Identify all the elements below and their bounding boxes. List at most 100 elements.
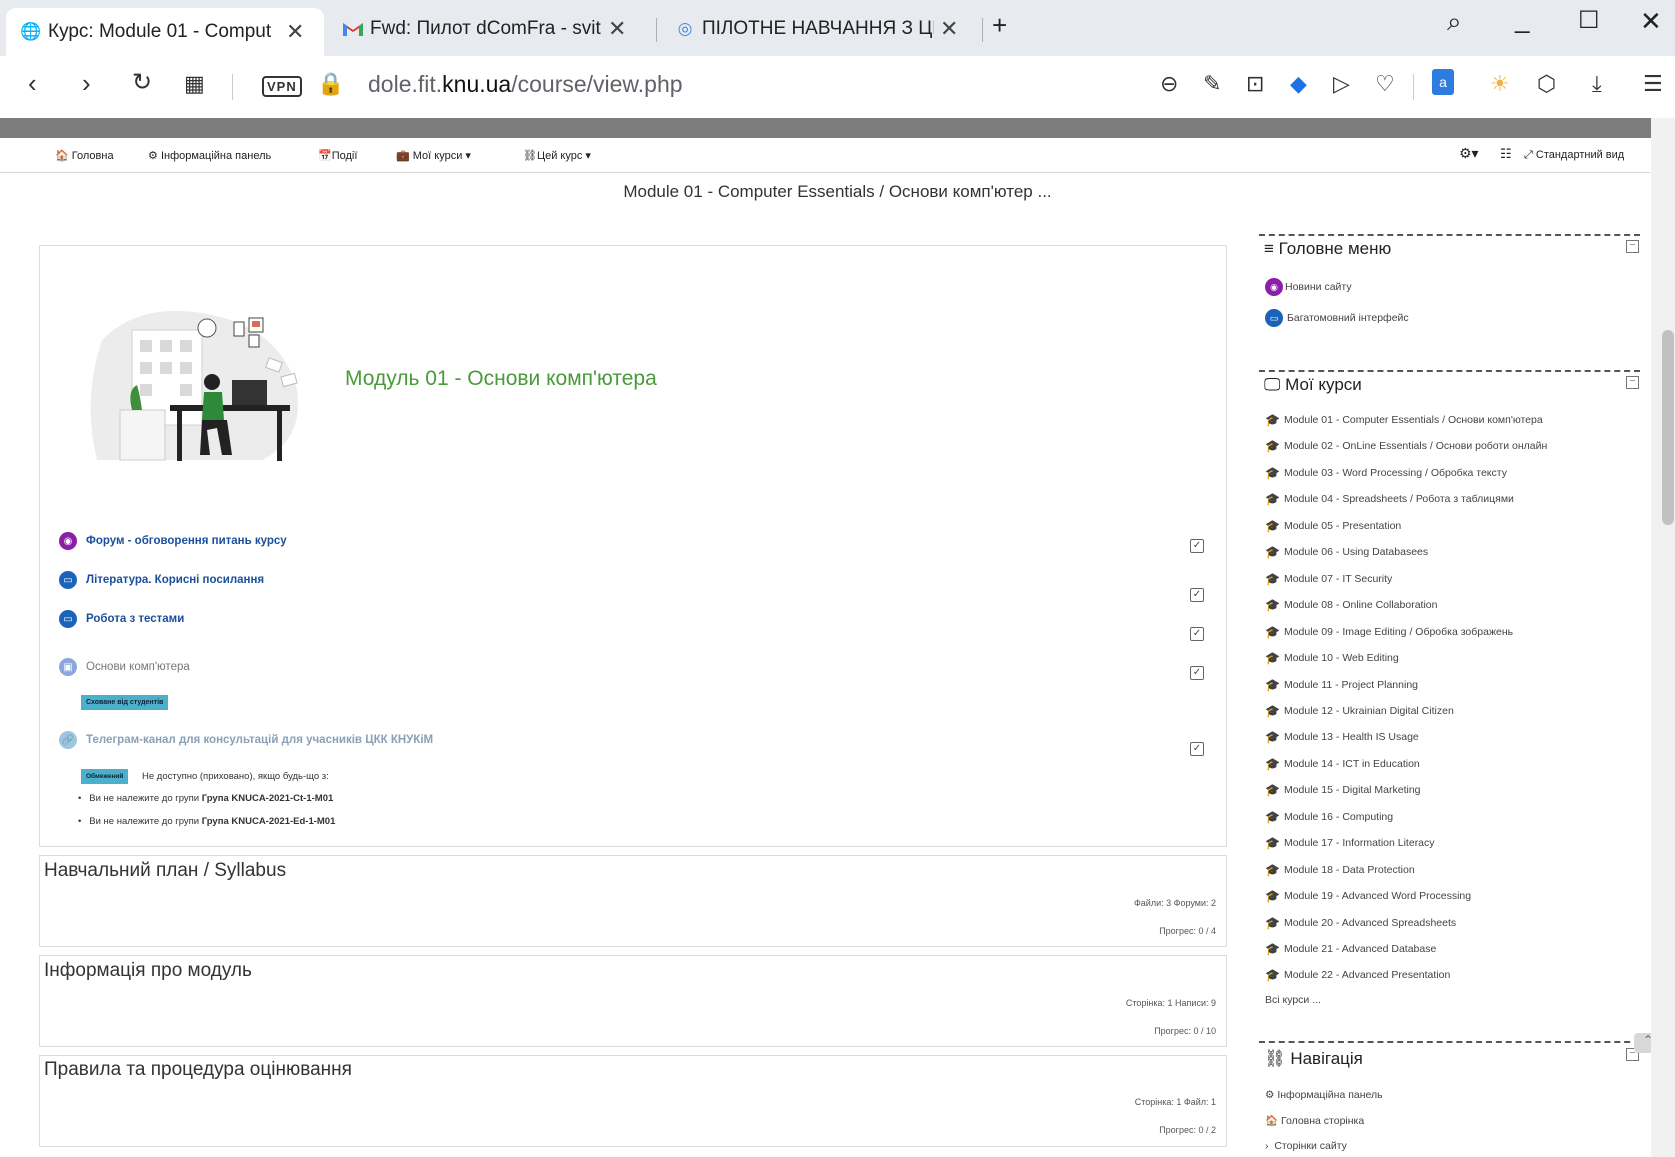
course-link[interactable]: 🎓 Module 21 - Advanced Database	[1265, 942, 1436, 956]
nav-my-courses[interactable]: 💼 Мої курси ▾	[396, 149, 471, 162]
edit-icon[interactable]: ✎	[1203, 71, 1221, 97]
course-link[interactable]: 🎓 Module 05 - Presentation	[1265, 519, 1401, 533]
nav-home[interactable]: 🏠 Головна	[55, 149, 114, 162]
course-link-label: Module 03 - Word Processing / Обробка те…	[1283, 467, 1507, 479]
minimize-icon[interactable]: _	[1515, 4, 1529, 35]
activity-tests[interactable]: ▭ Робота з тестами	[59, 610, 184, 628]
course-link[interactable]: 🎓 Module 17 - Information Literacy	[1265, 836, 1435, 850]
close-tab-icon[interactable]: ✕	[286, 19, 304, 45]
section-title[interactable]: Навчальний план / Syllabus	[44, 860, 286, 882]
lock-icon[interactable]: 🔒	[317, 71, 344, 97]
forward-icon[interactable]: ›	[82, 68, 91, 99]
activity-basics[interactable]: ▣ Основи комп'ютера	[59, 658, 190, 676]
activity-telegram[interactable]: 🔗 Телеграм-канал для консультацій для уч…	[59, 731, 433, 749]
section-title[interactable]: Інформація про модуль	[44, 960, 252, 982]
restricted-badge: Обмежений	[81, 769, 129, 784]
tab-course[interactable]: 🌐 Курс: Module 01 - Comput ✕	[6, 8, 324, 56]
menu-icon[interactable]: ☰	[1643, 71, 1663, 97]
course-link[interactable]: 🎓 Module 04 - Spreadsheets / Робота з таб…	[1265, 492, 1514, 506]
all-courses-link[interactable]: Всі курси ...	[1265, 994, 1321, 1006]
nav-item-home[interactable]: 🏠 Головна сторінка	[1265, 1114, 1364, 1128]
course-link[interactable]: 🎓 Module 13 - Health IS Usage	[1265, 730, 1419, 744]
new-tab-icon[interactable]: +	[992, 10, 1007, 41]
sitemap-icon: ⛓	[523, 150, 537, 162]
nav-events[interactable]: 📅Події	[318, 149, 357, 162]
menu-item-news[interactable]: ◉ Новини сайту	[1265, 278, 1352, 296]
course-link[interactable]: 🎓 Module 08 - Online Collaboration	[1265, 598, 1437, 612]
block-title: Головне меню	[1278, 239, 1392, 258]
course-link[interactable]: 🎓 Module 22 - Advanced Presentation	[1265, 968, 1450, 982]
speed-dial-icon[interactable]: ▦	[184, 71, 205, 97]
course-link[interactable]: 🎓 Module 20 - Advanced Spreadsheets	[1265, 916, 1456, 930]
course-link[interactable]: 🎓 Module 06 - Using Databasees	[1265, 545, 1428, 559]
completion-checkbox[interactable]: ✓	[1190, 742, 1204, 756]
close-tab-icon[interactable]: ✕	[940, 16, 958, 42]
block-title: Мої курси	[1285, 375, 1362, 394]
menu-item-multilang[interactable]: ▭ Багатомовний інтерфейс	[1265, 309, 1409, 327]
graduation-cap-icon: 🎓	[1265, 439, 1280, 453]
graduation-cap-icon: 🎓	[1265, 625, 1280, 639]
nav-this-course[interactable]: ⛓Цей курс ▾	[523, 149, 591, 162]
course-link-label: Module 02 - OnLine Essentials / Основи р…	[1283, 440, 1548, 452]
block-title: Навігація	[1290, 1049, 1363, 1068]
completion-checkbox[interactable]: ✓	[1190, 588, 1204, 602]
course-link[interactable]: 🎓 Module 07 - IT Security	[1265, 572, 1392, 586]
list-toggle-icon[interactable]: ☷	[1500, 146, 1512, 162]
course-link[interactable]: 🎓 Module 01 - Computer Essentials / Основ…	[1265, 413, 1543, 427]
section-title[interactable]: Правила та процедура оцінювання	[44, 1059, 352, 1081]
graduation-cap-icon: 🎓	[1265, 545, 1280, 559]
shield-icon[interactable]: ◆	[1290, 71, 1307, 97]
graduation-cap-icon: 🎓	[1265, 757, 1280, 771]
completion-checkbox[interactable]: ✓	[1190, 666, 1204, 680]
course-link[interactable]: 🎓 Module 19 - Advanced Word Processing	[1265, 889, 1471, 903]
course-link[interactable]: 🎓 Module 10 - Web Editing	[1265, 651, 1399, 665]
tab-gmail[interactable]: Fwd: Пилот dComFra - svit ✕	[328, 9, 648, 49]
settings-gear-icon[interactable]: ⚙▾	[1459, 145, 1479, 162]
completion-checkbox[interactable]: ✓	[1190, 627, 1204, 641]
close-window-icon[interactable]: ✕	[1640, 6, 1662, 37]
tab-pilot[interactable]: ◎ ПІЛОТНЕ НАВЧАННЯ З ЦИ ✕	[660, 9, 980, 49]
course-link[interactable]: 🎓 Module 09 - Image Editing / Обробка зоб…	[1265, 625, 1513, 639]
scrollbar-thumb[interactable]	[1662, 330, 1674, 525]
activity-label: Основи комп'ютера	[86, 661, 190, 673]
vpn-badge[interactable]: VPN	[262, 76, 302, 97]
course-link[interactable]: 🎓 Module 14 - ICT in Education	[1265, 757, 1420, 771]
weather-icon[interactable]: ☀	[1490, 71, 1510, 97]
course-link[interactable]: 🎓 Module 03 - Word Processing / Обробка т…	[1265, 466, 1507, 480]
search-tabs-icon[interactable]: ⌕	[1447, 6, 1462, 38]
nav-item-dashboard[interactable]: ⚙ Інформаційна панель	[1265, 1089, 1383, 1101]
reload-icon[interactable]: ↻	[132, 68, 152, 97]
send-icon[interactable]: ▷	[1333, 71, 1350, 97]
collapse-icon[interactable]: −	[1626, 376, 1639, 389]
standard-view-link[interactable]: ⤢ Стандартний вид	[1524, 149, 1624, 162]
section-progress: Прогрес: 0 / 4	[1159, 926, 1216, 936]
snapshot-icon[interactable]: ⊡	[1246, 71, 1264, 97]
course-link[interactable]: 🎓 Module 15 - Digital Marketing	[1265, 783, 1421, 797]
page-scrollbar[interactable]	[1651, 118, 1675, 1157]
course-link[interactable]: 🎓 Module 12 - Ukrainian Digital Citizen	[1265, 704, 1454, 718]
nav-dashboard[interactable]: ⚙ Інформаційна панель	[148, 149, 271, 162]
menu-item-label: Багатомовний інтерфейс	[1287, 312, 1409, 324]
extensions-icon[interactable]: ⬡	[1537, 71, 1556, 97]
back-icon[interactable]: ‹	[28, 68, 37, 99]
nav-item-site-pages[interactable]: › Сторінки сайту	[1265, 1140, 1347, 1152]
zoom-icon[interactable]: ⊖	[1160, 71, 1178, 97]
course-link[interactable]: 🎓 Module 16 - Computing	[1265, 810, 1393, 824]
breadcrumb[interactable]: Module 01 - Computer Essentials / Основи…	[0, 182, 1675, 202]
maximize-icon[interactable]: ☐	[1578, 6, 1600, 35]
heart-icon[interactable]: ♡	[1375, 71, 1395, 97]
collapse-icon[interactable]: −	[1626, 240, 1639, 253]
close-tab-icon[interactable]: ✕	[608, 16, 626, 42]
activity-literature[interactable]: ▭ Література. Корисні посилання	[59, 571, 264, 589]
activity-forum[interactable]: ◉ Форум - обговорення питань курсу	[59, 532, 287, 550]
graduation-cap-icon: 🎓	[1265, 598, 1280, 612]
translate-icon[interactable]: a	[1432, 69, 1454, 95]
course-link[interactable]: 🎓 Module 18 - Data Protection	[1265, 863, 1415, 877]
completion-checkbox[interactable]: ✓	[1190, 539, 1204, 553]
download-icon[interactable]: ⤓	[1592, 71, 1602, 97]
graduation-cap-icon: 🎓	[1265, 678, 1280, 692]
course-link[interactable]: 🎓 Module 02 - OnLine Essentials / Основи …	[1265, 439, 1547, 453]
course-link[interactable]: 🎓 Module 11 - Project Planning	[1265, 678, 1418, 692]
nav-item-label: Інформаційна панель	[1277, 1089, 1383, 1101]
url-field[interactable]: dole.fit.knu.ua/course/view.php	[368, 71, 683, 98]
